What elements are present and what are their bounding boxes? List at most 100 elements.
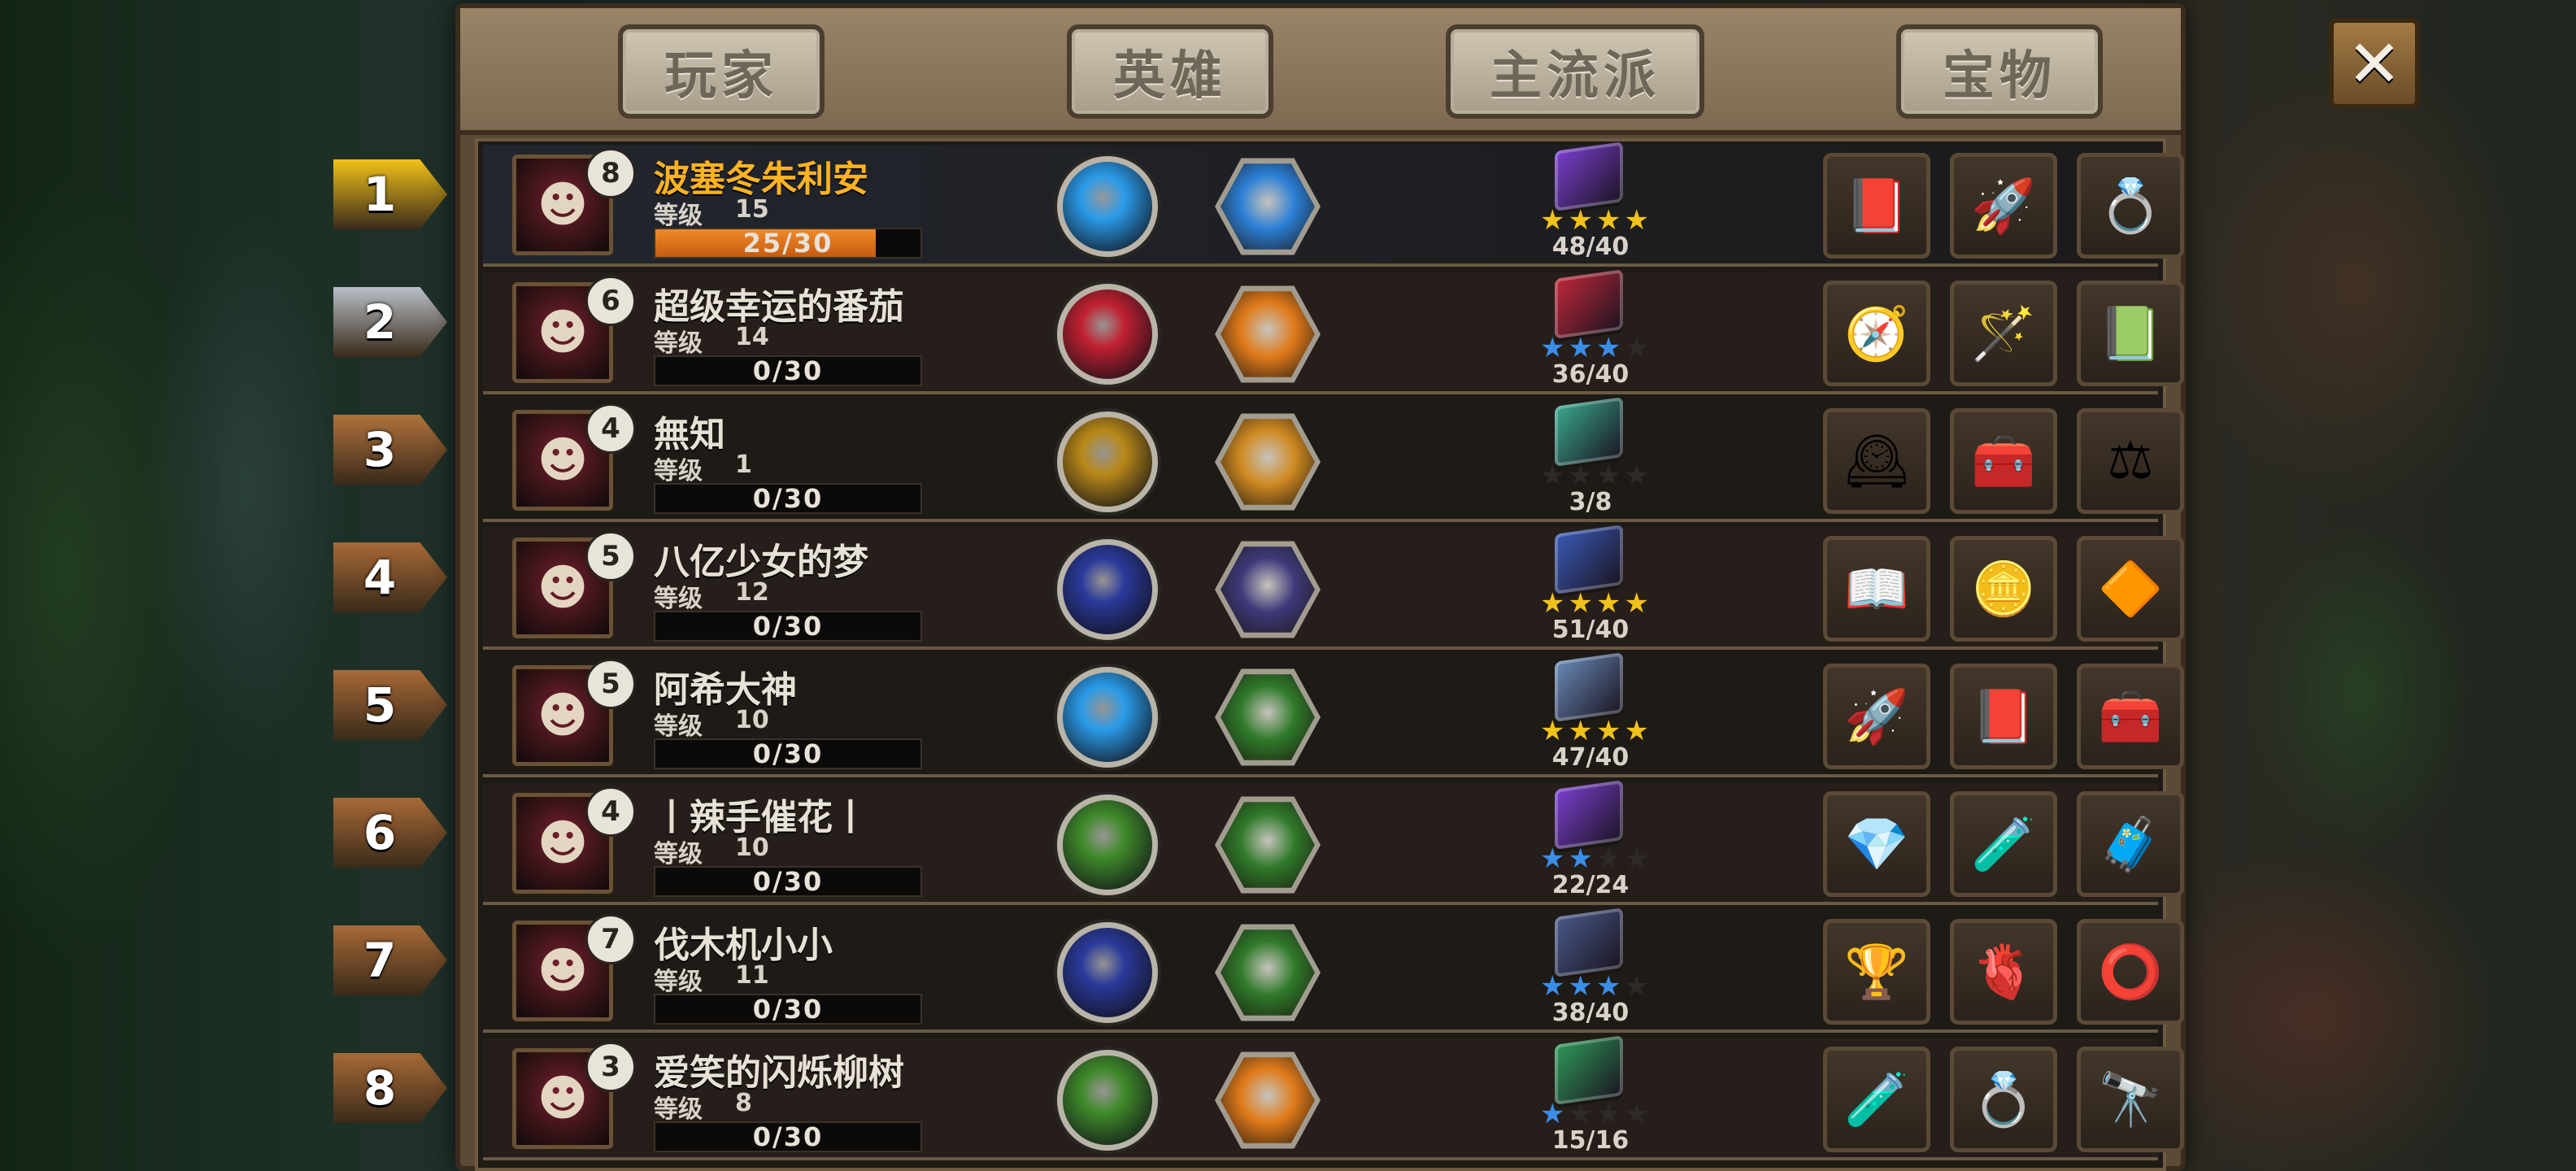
player-level-badge: 4: [585, 786, 636, 837]
build-book-icon[interactable]: [1555, 397, 1623, 467]
filled-star-icon: ★: [1540, 204, 1565, 237]
player-level-badge: 4: [585, 403, 636, 454]
fire-hex-icon[interactable]: [1215, 285, 1321, 383]
progress-text: 0/30: [752, 355, 824, 386]
filled-star-icon: ★: [1624, 715, 1649, 747]
player-level-badge: 8: [585, 148, 636, 198]
treasure-glyph: 🏆: [1844, 942, 1909, 1003]
build-book-icon[interactable]: [1555, 1035, 1623, 1105]
telescope-icon[interactable]: 🔭: [2077, 1047, 2184, 1152]
fire-hex-icon[interactable]: [1215, 1051, 1321, 1149]
player-level-badge: 3: [585, 1042, 636, 1092]
blue-vortex-orb-icon[interactable]: [1057, 156, 1158, 257]
build-book-icon[interactable]: [1555, 525, 1623, 594]
treasure-chest-icon[interactable]: 🧰: [2077, 664, 2184, 769]
build-book-icon[interactable]: [1555, 652, 1623, 722]
level-label: 等级: [654, 968, 703, 996]
level-label: 等级: [654, 840, 703, 868]
empty-star-icon: ★: [1624, 1098, 1649, 1130]
tab-player[interactable]: 玩家: [618, 24, 825, 119]
leaderboard-row[interactable]: ☻ 8 波塞冬朱利安 等级 15 25/30 ★ ★ ★ ★ 48/40 📕 🚀 💍: [483, 141, 2184, 267]
leaderboard-row[interactable]: ☻ 7 伐木机小小 等级 11 0/30 ★ ★ ★ ★ 38/40 🏆 🫀 ⭕: [483, 908, 2184, 1033]
build-stars: ★ ★ ★ ★: [1525, 973, 1664, 1000]
level-label: 等级: [654, 457, 703, 485]
blue-chest-icon[interactable]: 🧳: [2077, 791, 2184, 897]
green-wind-hex-icon[interactable]: [1215, 924, 1321, 1021]
red-rocket-icon[interactable]: 🚀: [1950, 153, 2057, 259]
build-book-icon[interactable]: [1555, 269, 1623, 339]
balance-scale-icon[interactable]: ⚖: [2077, 408, 2184, 514]
leaderboard-row[interactable]: ☻ 5 八亿少女的梦 等级 12 0/30 ★ ★ ★ ★ 51/40 📖 🪙 🔶: [483, 525, 2184, 650]
green-gem-icon[interactable]: 💎: [1823, 791, 1930, 897]
treasure-glyph: 🧰: [2098, 686, 2163, 747]
filled-star-icon: ★: [1596, 715, 1621, 747]
build-stars: ★ ★ ★ ★: [1525, 334, 1664, 362]
treasure-glyph: ⚖: [2107, 431, 2154, 491]
compass-icon[interactable]: 🧭: [1823, 281, 1930, 386]
level-label: 等级: [654, 1095, 703, 1124]
spell-book-icon[interactable]: 📕: [1950, 664, 2057, 769]
build-book-icon[interactable]: [1555, 908, 1623, 977]
treasure-glyph: 🕰: [1843, 431, 1910, 492]
build-count: 47/40: [1551, 743, 1630, 772]
spell-book-icon[interactable]: 📕: [1823, 153, 1930, 259]
treasure-glyph: 🧪: [1971, 814, 2036, 875]
first-aid-kit-icon[interactable]: 🧰: [1950, 408, 2057, 514]
tab-mainstream-build[interactable]: 主流派: [1446, 24, 1704, 119]
progress-text: 0/30: [752, 994, 824, 1025]
blue-swirl-hex-icon[interactable]: [1215, 158, 1321, 255]
treasure-glyph: 🧰: [1971, 431, 2036, 492]
leaderboard-row[interactable]: ☻ 4 丨辣手催花丨 等级 10 0/30 ★ ★ ★ ★ 22/24 💎 🧪 🧳: [483, 780, 2184, 905]
tornado-hex-icon[interactable]: [1215, 541, 1321, 638]
iron-ring-icon[interactable]: ⭕: [2077, 919, 2184, 1025]
leaderboard-row[interactable]: ☻ 4 無知 等级 1 0/30 ★ ★ ★ ★ 3/8 🕰 🧰 ⚖: [483, 397, 2184, 522]
filled-star-icon: ★: [1540, 842, 1565, 875]
tab-treasure[interactable]: 宝物: [1896, 24, 2103, 119]
build-count: 15/16: [1551, 1126, 1630, 1155]
close-button[interactable]: ✕: [2329, 18, 2420, 109]
leaderboard-row[interactable]: ☻ 5 阿希大神 等级 10 0/30 ★ ★ ★ ★ 47/40 🚀 📕 🧰: [483, 652, 2184, 777]
green-wind-hex-icon[interactable]: [1215, 668, 1321, 766]
filled-star-icon: ★: [1540, 332, 1565, 364]
red-vortex-orb-icon[interactable]: [1057, 284, 1158, 385]
blue-robe-orb-icon[interactable]: [1057, 922, 1158, 1023]
gold-ingot-icon[interactable]: 🪙: [1950, 536, 2057, 642]
green-trident-orb-icon[interactable]: [1057, 1050, 1158, 1151]
open-grimoire-icon[interactable]: 📖: [1823, 536, 1930, 642]
golden-staff-icon[interactable]: 🪄: [1950, 281, 2057, 386]
purple-potion-icon[interactable]: 🧪: [1950, 791, 2057, 897]
tab-hero[interactable]: 英雄: [1067, 24, 1273, 119]
green-book-icon[interactable]: 📗: [2077, 281, 2184, 386]
leaderboard-row[interactable]: ☻ 6 超级幸运的番茄 等级 14 0/30 ★ ★ ★ ★ 36/40 🧭 🪄 📗: [483, 269, 2184, 394]
gold-ring-icon[interactable]: 💍: [1950, 1047, 2057, 1152]
player-level-badge: 5: [585, 531, 636, 581]
build-book-icon[interactable]: [1555, 780, 1623, 850]
level-value: 10: [735, 706, 769, 734]
progress-text: 25/30: [742, 228, 833, 259]
progress-text: 0/30: [752, 738, 824, 769]
level-label: 等级: [654, 329, 703, 358]
progress-bar: 0/30: [654, 1121, 922, 1152]
amber-crystal-icon[interactable]: 🔶: [2077, 536, 2184, 642]
leaderboard-header: 玩家 英雄 主流派 宝物: [460, 8, 2181, 135]
clock-dial-icon[interactable]: 🕰: [1823, 408, 1930, 514]
blue-vortex-orb-icon[interactable]: [1057, 667, 1158, 768]
leaderboard-row[interactable]: ☻ 3 爱笑的闪烁柳树 等级 8 0/30 ★ ★ ★ ★ 15/16 🧪 💍 🔭: [483, 1035, 2184, 1160]
gold-coin-hex-icon[interactable]: [1215, 413, 1321, 511]
red-rocket-icon[interactable]: 🚀: [1823, 664, 1930, 769]
red-heart-icon[interactable]: 🫀: [1950, 919, 2057, 1025]
level-value: 12: [735, 578, 769, 607]
blue-robe-orb-icon[interactable]: [1057, 539, 1158, 640]
empty-star-icon: ★: [1596, 842, 1621, 875]
green-trident-orb-icon[interactable]: [1057, 794, 1158, 895]
empty-star-icon: ★: [1540, 459, 1565, 492]
green-wind-hex-icon[interactable]: [1215, 796, 1321, 894]
level-value: 8: [735, 1089, 752, 1117]
gold-coins-orb-icon[interactable]: [1057, 411, 1158, 512]
gold-ring-icon[interactable]: 💍: [2077, 153, 2184, 259]
golden-goblet-icon[interactable]: 🏆: [1823, 919, 1930, 1025]
build-book-icon[interactable]: [1555, 141, 1623, 211]
treasure-glyph: 🫀: [1971, 942, 2036, 1003]
purple-potion-icon[interactable]: 🧪: [1823, 1047, 1930, 1152]
treasure-glyph: 🚀: [1971, 176, 2036, 237]
